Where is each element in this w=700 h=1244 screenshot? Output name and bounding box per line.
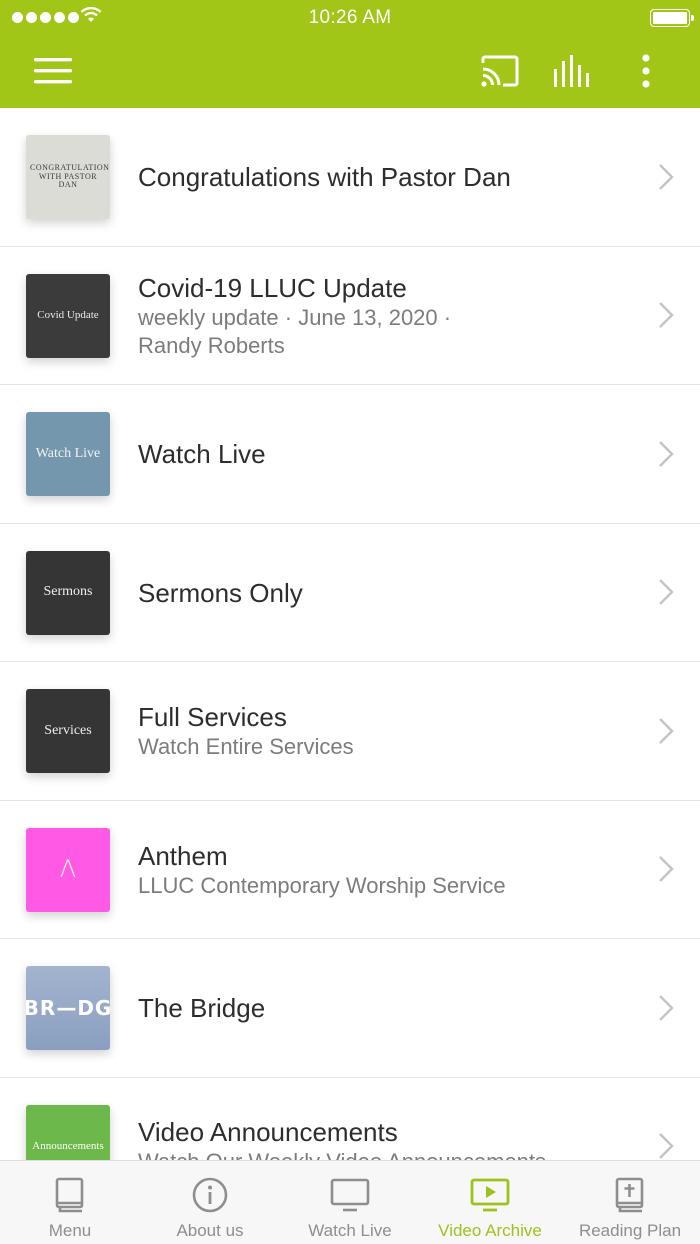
item-title: Covid-19 LLUC Update (138, 272, 407, 303)
tab-bar: Menu About us Watch Live Video Archive R… (0, 1160, 700, 1244)
item-thumbnail: Watch Live (26, 412, 110, 496)
book-icon (50, 1175, 90, 1215)
item-text: Anthem LLUC Contemporary Worship Service (138, 801, 630, 939)
top-bar: 10:26 AM (0, 0, 700, 108)
item-author: Randy Roberts (138, 332, 285, 358)
battery-icon (650, 9, 694, 27)
hamburger-menu-button[interactable] (28, 48, 78, 94)
tab-watch-live[interactable]: Watch Live (280, 1161, 420, 1244)
tab-menu[interactable]: Menu (0, 1161, 140, 1244)
chevron-right-icon (659, 856, 674, 883)
item-subtitle: LLUC Contemporary Worship Service (138, 872, 506, 898)
tab-label: Reading Plan (578, 1221, 682, 1240)
tab-label: About us (176, 1221, 244, 1240)
more-options-button[interactable] (626, 48, 666, 94)
chevron-right-icon (659, 717, 674, 744)
item-title: Congratulations with Pastor Dan (138, 162, 511, 192)
item-thumbnail: BR—DG (26, 966, 110, 1050)
hamburger-menu-icon (34, 58, 72, 84)
status-time: 10:26 AM (308, 7, 392, 28)
list-item[interactable]: Covid Update Covid-19 LLUC Update weekly… (0, 247, 700, 385)
item-title: The Bridge (138, 993, 266, 1023)
bible-icon (610, 1175, 650, 1215)
list-item[interactable]: Services Full Services Watch Entire Serv… (0, 662, 700, 801)
item-text: Video Announcements Watch Our Weekly Vid… (138, 1078, 630, 1161)
item-thumbnail: Announcements (26, 1104, 110, 1160)
tab-label: Watch Live (308, 1221, 392, 1240)
bridge-logo: BR—DG (26, 995, 110, 1020)
chevron-right-icon (659, 579, 674, 606)
info-icon (190, 1175, 230, 1215)
list-item[interactable]: Λ Anthem LLUC Contemporary Worship Servi… (0, 801, 700, 939)
list-item[interactable]: BR—DG The Bridge (0, 939, 700, 1078)
item-text: The Bridge (138, 939, 630, 1077)
item-thumbnail: Covid Update (26, 273, 110, 358)
chevron-right-icon (659, 994, 674, 1021)
item-text: Sermons Only (138, 524, 630, 662)
item-title: Anthem (138, 840, 228, 871)
list-item[interactable]: CONGRATULATIONS WITH PASTOR DAN Congratu… (0, 108, 700, 247)
tab-reading-plan[interactable]: Reading Plan (560, 1161, 700, 1244)
cast-button[interactable] (474, 48, 524, 94)
item-text: Covid-19 LLUC Update weekly update · Jun… (138, 247, 630, 385)
item-title: Sermons Only (138, 577, 303, 608)
video-player-icon (470, 1175, 510, 1215)
tab-label: Video Archive (438, 1221, 542, 1240)
tab-video-archive[interactable]: Video Archive (420, 1161, 560, 1244)
chevron-right-icon (659, 1133, 674, 1160)
item-thumbnail: Sermons (26, 550, 110, 635)
list-item[interactable]: Watch Live Watch Live (0, 385, 700, 524)
item-thumbnail: Λ (26, 827, 110, 912)
monitor-icon (330, 1175, 370, 1215)
item-text: Full Services Watch Entire Services (138, 662, 630, 800)
video-archive-list[interactable]: CONGRATULATIONS WITH PASTOR DAN Congratu… (0, 108, 700, 1160)
cast-icon (481, 55, 519, 87)
item-text: Congratulations with Pastor Dan (138, 108, 630, 246)
list-item[interactable]: Sermons Sermons Only (0, 524, 700, 662)
tab-label: Menu (48, 1221, 92, 1240)
item-subtitle: Watch Entire Services (138, 734, 354, 759)
more-vertical-icon (642, 54, 650, 88)
item-title: Watch Live (138, 439, 266, 469)
item-title: Video Announcements (138, 1116, 398, 1147)
list-item[interactable]: Announcements Video Announcements Watch … (0, 1078, 700, 1161)
item-text: Watch Live (138, 385, 630, 523)
item-thumbnail: CONGRATULATIONS WITH PASTOR DAN (26, 135, 110, 219)
item-subtitle: Watch Our Weekly Video Announcements (138, 1148, 630, 1161)
item-thumbnail: Services (26, 689, 110, 773)
chevron-right-icon (659, 163, 674, 190)
audio-button[interactable] (548, 48, 598, 94)
status-bar: 10:26 AM (0, 0, 700, 36)
tab-about-us[interactable]: About us (140, 1161, 280, 1244)
item-subtitle: weekly update · June 13, 2020 · (138, 304, 452, 330)
item-title: Full Services (138, 702, 287, 732)
chevron-right-icon (659, 302, 674, 329)
audio-bars-icon (554, 55, 589, 87)
chevron-right-icon (659, 440, 674, 467)
anthem-logo-icon: Λ (59, 854, 77, 883)
